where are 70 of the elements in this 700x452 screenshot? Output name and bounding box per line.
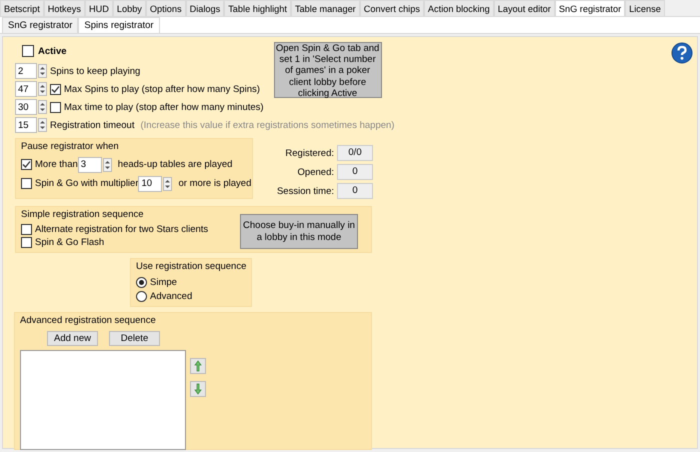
setting-label: Max Spins to play (stop after how many Spins) bbox=[64, 84, 260, 94]
move-down-button[interactable] bbox=[190, 381, 206, 397]
sequence-list[interactable] bbox=[20, 350, 186, 450]
option-label: Advanced bbox=[150, 290, 192, 302]
spinner-arrows-icon[interactable] bbox=[102, 158, 112, 172]
tab[interactable]: Lobby bbox=[112, 0, 146, 16]
stat-value: 0 bbox=[337, 164, 373, 180]
radio-button[interactable] bbox=[136, 276, 147, 288]
rule-label: heads-up tables are played bbox=[118, 159, 232, 170]
number-field[interactable]: 47 bbox=[15, 81, 37, 97]
spinner-arrows-icon[interactable] bbox=[38, 82, 47, 96]
choose-button[interactable]: Choose buy-in manually in a lobby in this mode bbox=[240, 214, 358, 249]
tab[interactable]: License bbox=[625, 0, 665, 16]
down-arrow-icon bbox=[194, 383, 202, 395]
number-field[interactable]: 15 bbox=[15, 117, 37, 133]
move-up-button[interactable] bbox=[190, 358, 206, 374]
setting-label: Registration timeout bbox=[50, 120, 134, 130]
action-button[interactable]: Add new bbox=[47, 331, 98, 346]
number-field[interactable]: 3 bbox=[78, 156, 102, 172]
tab[interactable]: Dialogs bbox=[186, 0, 224, 16]
tab[interactable]: Spins registrator bbox=[78, 17, 160, 33]
group-title: Use registration sequence bbox=[136, 261, 246, 274]
tab[interactable]: Options bbox=[146, 0, 186, 16]
number-field[interactable]: 10 bbox=[138, 176, 162, 192]
checkbox[interactable] bbox=[21, 178, 32, 189]
option-label: Simpe bbox=[150, 276, 177, 288]
tab[interactable]: Action blocking bbox=[424, 0, 494, 16]
hint-text: (Increase this value if extra registrations sometimes happen) bbox=[140, 120, 394, 130]
stat-label: Opened: bbox=[298, 166, 334, 178]
setting-label: Max time to play (stop after how many minutes) bbox=[64, 102, 264, 112]
tab[interactable]: Hotkeys bbox=[44, 0, 85, 16]
tab[interactable]: Table manager bbox=[290, 0, 360, 16]
option-label: Alternate registration for two Stars clients bbox=[35, 224, 208, 235]
rule-label: Spin & Go with multiplier bbox=[35, 178, 138, 189]
tab[interactable]: Betscript bbox=[0, 0, 44, 16]
number-field[interactable]: 30 bbox=[15, 99, 37, 115]
number-field[interactable]: 2 bbox=[15, 63, 37, 79]
active-label: Active bbox=[38, 46, 67, 56]
stat-value: 0/0 bbox=[337, 145, 373, 161]
tab[interactable]: SnG registrator bbox=[2, 17, 78, 33]
tab[interactable]: Convert chips bbox=[360, 0, 424, 16]
spinner-arrows-icon[interactable] bbox=[163, 176, 172, 190]
tab[interactable]: SnG registrator bbox=[554, 0, 626, 16]
rule-label: or more is played bbox=[178, 178, 252, 189]
checkbox[interactable] bbox=[22, 45, 34, 57]
info-button[interactable]: Open Spin & Go tab and set 1 in 'Select number of games' in a poker client lobby before clicking Active bbox=[274, 42, 382, 98]
tab[interactable]: Table highlight bbox=[224, 0, 291, 16]
tab[interactable]: Layout editor bbox=[494, 0, 555, 16]
checkbox[interactable] bbox=[21, 224, 32, 235]
option-label: Spin & Go Flash bbox=[35, 237, 104, 248]
stat-value: 0 bbox=[337, 183, 373, 199]
stat-label: Session time: bbox=[276, 186, 334, 196]
spinner-arrows-icon[interactable] bbox=[38, 100, 47, 114]
action-button[interactable]: Delete bbox=[109, 331, 160, 346]
checkbox[interactable] bbox=[50, 84, 61, 94]
tab[interactable]: HUD bbox=[84, 0, 113, 16]
group-title: Simple registration sequence bbox=[21, 209, 145, 222]
radio-button[interactable] bbox=[136, 290, 147, 302]
group-title: Advanced registration sequence bbox=[20, 315, 157, 328]
checkbox[interactable] bbox=[50, 102, 61, 112]
stat-label: Registered: bbox=[285, 148, 334, 158]
checkbox[interactable] bbox=[21, 159, 32, 170]
rule-label: More than bbox=[35, 159, 78, 170]
setting-label: Spins to keep playing bbox=[50, 66, 140, 76]
checkbox[interactable] bbox=[21, 237, 32, 248]
help-icon[interactable] bbox=[671, 42, 693, 64]
up-arrow-icon bbox=[194, 360, 202, 372]
group-title: Pause registrator when bbox=[21, 141, 120, 154]
spinner-arrows-icon[interactable] bbox=[38, 118, 47, 132]
spinner-arrows-icon[interactable] bbox=[38, 64, 47, 78]
